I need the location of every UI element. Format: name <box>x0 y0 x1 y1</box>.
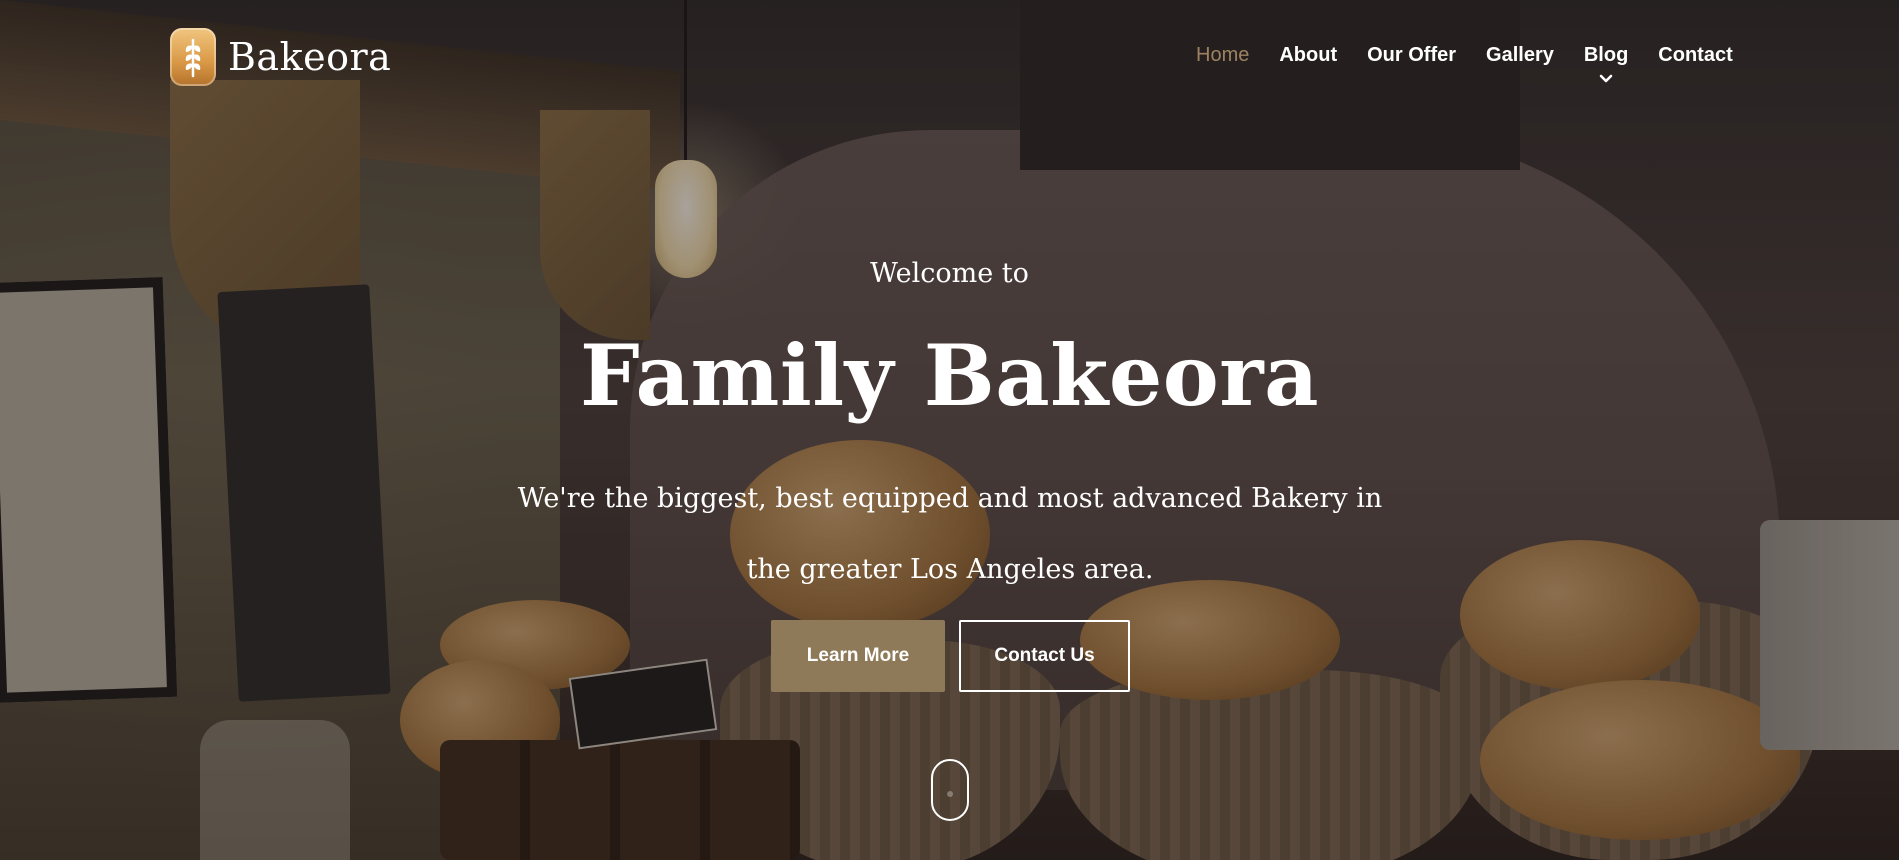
hero-welcome-text: Welcome to <box>870 258 1029 289</box>
nav-item-our-offer[interactable]: Our Offer <box>1367 44 1456 67</box>
nav-item-contact[interactable]: Contact <box>1658 44 1732 67</box>
hero-content: Welcome to Family Bakeora We're the bigg… <box>0 0 1899 860</box>
nav-menu: Home About Our Offer Gallery Blog Contac… <box>1196 44 1733 83</box>
mouse-scroll-icon[interactable] <box>931 759 969 821</box>
nav-item-about[interactable]: About <box>1279 44 1337 67</box>
chevron-down-icon[interactable] <box>1599 72 1613 86</box>
wheat-icon <box>170 28 216 86</box>
brand-logo-link[interactable]: Bakeora <box>170 28 391 86</box>
contact-us-button[interactable]: Contact Us <box>959 620 1130 692</box>
learn-more-button[interactable]: Learn More <box>771 620 945 692</box>
nav-item-blog[interactable]: Blog <box>1583 44 1629 83</box>
hero-section: Bakeora Home About Our Offer Gallery Blo… <box>0 0 1899 860</box>
nav-item-blog-label: Blog <box>1583 44 1629 66</box>
scroll-wheel-dot <box>947 791 953 797</box>
nav-item-home[interactable]: Home <box>1196 44 1249 67</box>
navbar: Bakeora Home About Our Offer Gallery Blo… <box>0 0 1899 110</box>
brand-name: Bakeora <box>228 35 392 79</box>
hero-title: Family Bakeora <box>579 326 1319 425</box>
nav-item-gallery[interactable]: Gallery <box>1486 44 1554 67</box>
hero-description: We're the biggest, best equipped and mos… <box>517 483 1383 585</box>
